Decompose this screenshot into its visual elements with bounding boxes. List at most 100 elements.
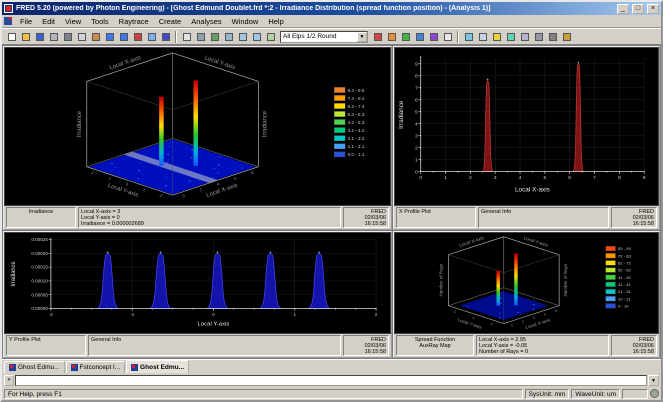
toolbar-icon-undo[interactable]: [103, 30, 116, 43]
svg-text:8: 8: [415, 73, 418, 79]
status-sysunit-mm: SysUnit: mm: [525, 389, 570, 399]
cursor-info-line: Number of Rays = 0: [479, 349, 606, 355]
toolbar-icon-trace-paths[interactable]: [385, 30, 398, 43]
svg-text:0: 0: [510, 323, 513, 327]
tab-fstconcept[interactable]: Fstconcept l...: [66, 361, 125, 373]
x-profile-chart[interactable]: +++++++++++++++++++++0123456789012345678…: [394, 47, 659, 206]
menu-analyses[interactable]: Analyses: [186, 16, 226, 27]
toolbar-icon-save[interactable]: [33, 30, 46, 43]
cursor-info-cell: Local X-axis = 2.95Local Y-axis = -0.05N…: [476, 335, 609, 356]
toolbar-icon-copy[interactable]: [75, 30, 88, 43]
toolbar-icon-report[interactable]: [441, 30, 454, 43]
copy-icon: [78, 33, 86, 41]
toolbar-icon-zoom-window[interactable]: [222, 30, 235, 43]
svg-text:Irradiance: Irradiance: [77, 110, 83, 137]
command-history-dropdown-icon[interactable]: ▼: [648, 375, 659, 386]
toolbar-icon-raytrace[interactable]: [371, 30, 384, 43]
svg-text:+: +: [318, 251, 321, 256]
maximize-button[interactable]: □: [632, 4, 644, 14]
open-icon: [22, 33, 30, 41]
toolbar-icon-pan[interactable]: [194, 30, 207, 43]
svg-text:6.3 - 7.4: 6.3 - 7.4: [348, 104, 365, 109]
toolbar-icon-rotate-view[interactable]: [208, 30, 221, 43]
general-info-cell: General Info: [478, 207, 609, 228]
toolbar-icon-mirror[interactable]: [476, 30, 489, 43]
toolbar-icon-delete[interactable]: [131, 30, 144, 43]
toolbar-icon-detector[interactable]: [504, 30, 517, 43]
settings-icon: [549, 33, 557, 41]
menu-window[interactable]: Window: [227, 16, 264, 27]
toolbar-icon-spot-diagram[interactable]: [413, 30, 426, 43]
tab-ghost-edmund-2[interactable]: Ghost Edmu...: [126, 360, 189, 373]
toolbar-icon-help[interactable]: [159, 30, 172, 43]
toolbar-icon-cut[interactable]: [61, 30, 74, 43]
menu-raytrace[interactable]: Raytrace: [114, 16, 154, 27]
toolbar-icon-select[interactable]: [180, 30, 193, 43]
menu-view[interactable]: View: [60, 16, 86, 27]
toolbar-icon-lock[interactable]: [560, 30, 573, 43]
toolbar-icon-new[interactable]: [5, 30, 18, 43]
svg-text:6: 6: [233, 175, 238, 181]
analysis-combo[interactable]: All Elps 1/2 Round ▼: [280, 31, 368, 43]
svg-text:21 - 31: 21 - 31: [618, 289, 632, 294]
panel-spread-function: 02468-202Local X-axisLocal Y-axisLocal X…: [393, 231, 660, 358]
panel-type-label: X Profile Plot: [399, 209, 473, 215]
svg-text:5.3 - 6.3: 5.3 - 6.3: [348, 112, 365, 117]
timestamp-line: 16:15:58: [614, 349, 654, 355]
toolbar-icon-open[interactable]: [19, 30, 32, 43]
close-button[interactable]: ×: [647, 4, 659, 14]
toolbar-icon-redo[interactable]: [117, 30, 130, 43]
tab-ghost-edmund-1[interactable]: Ghost Edmu...: [4, 361, 65, 373]
svg-text:62 - 72: 62 - 72: [618, 261, 632, 266]
delete-icon: [134, 33, 142, 41]
irradiance-3d-chart[interactable]: 02468-2-1012Local X-axisLocal Y-axisLoca…: [4, 47, 391, 206]
svg-text:4: 4: [532, 316, 535, 320]
menu-create[interactable]: Create: [154, 16, 187, 27]
panel-irradiance-surface: 02468-2-1012Local X-axisLocal Y-axisLoca…: [3, 46, 392, 230]
document-icon: [131, 364, 138, 371]
svg-text:Number of Rays: Number of Rays: [438, 263, 443, 296]
svg-text:0.00025: 0.00025: [31, 237, 48, 242]
menu-help[interactable]: Help: [263, 16, 288, 27]
panel-type-label: Irradiance: [9, 209, 73, 215]
toolbar-icon-lens[interactable]: [462, 30, 475, 43]
status-spare-cell: [622, 389, 648, 399]
toolbar-icon-fit-view[interactable]: [264, 30, 277, 43]
svg-text:Irradiance: Irradiance: [11, 261, 17, 286]
svg-text:Number of Rays: Number of Rays: [563, 263, 568, 296]
toolbar-icon-irradiance-map[interactable]: [427, 30, 440, 43]
cursor-info-cell: Local X-axis = 3Local Y-axis = 0Irradian…: [78, 207, 341, 228]
toolbar-icon-cube[interactable]: [518, 30, 531, 43]
svg-text:5: 5: [415, 109, 418, 115]
toolbar-icon-find[interactable]: [145, 30, 158, 43]
svg-text:2: 2: [453, 310, 456, 314]
combo-dropdown-arrow-icon[interactable]: ▼: [357, 32, 367, 42]
toolbar-icon-zoom-in[interactable]: [236, 30, 249, 43]
menu-tools[interactable]: Tools: [86, 16, 114, 27]
minimize-button[interactable]: _: [617, 4, 629, 14]
svg-text:2: 2: [91, 170, 96, 176]
svg-text:0.00000: 0.00000: [31, 306, 48, 311]
app-icon[interactable]: [4, 4, 13, 13]
toolbar-icon-zoom-out[interactable]: [250, 30, 263, 43]
svg-text:7: 7: [593, 175, 596, 181]
command-input[interactable]: [15, 375, 647, 386]
menu-file[interactable]: File: [15, 16, 37, 27]
toolbar-icon-energy-chart[interactable]: [399, 30, 412, 43]
cube-icon: [521, 33, 529, 41]
svg-text:Irradiance: Irradiance: [262, 110, 268, 137]
mirror-icon: [479, 33, 487, 41]
toolbar: All Elps 1/2 Round ▼: [2, 28, 661, 45]
menu-edit[interactable]: Edit: [37, 16, 60, 27]
undo-icon: [106, 33, 114, 41]
svg-text:-2: -2: [49, 312, 54, 317]
toolbar-icon-paste[interactable]: [89, 30, 102, 43]
document-icon[interactable]: [4, 17, 12, 25]
y-profile-chart[interactable]: ++++++++++++++++++++++-2-10120.000000.00…: [4, 232, 391, 334]
toolbar-icon-grid[interactable]: [532, 30, 545, 43]
toolbar-icon-source[interactable]: [490, 30, 503, 43]
toolbar-icon-print[interactable]: [47, 30, 60, 43]
spread-function-3d-chart[interactable]: 02468-202Local X-axisLocal Y-axisLocal X…: [394, 232, 659, 334]
toolbar-icon-settings[interactable]: [546, 30, 559, 43]
command-prompt-button[interactable]: »: [4, 375, 14, 386]
